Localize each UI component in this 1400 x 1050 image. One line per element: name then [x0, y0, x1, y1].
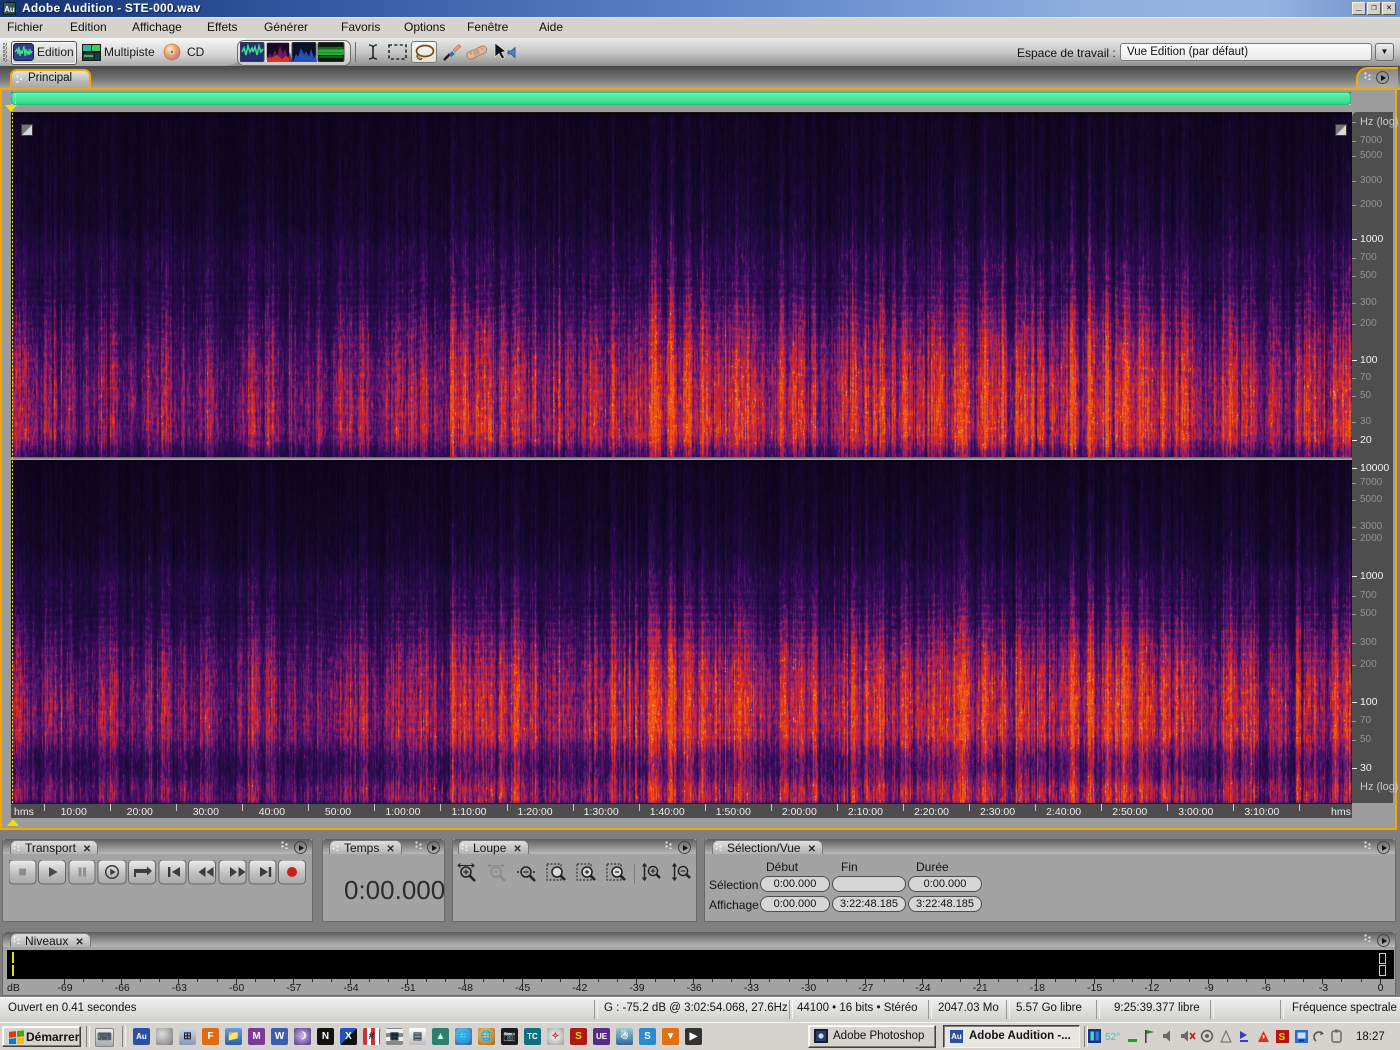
svg-text:S: S: [1279, 1032, 1286, 1043]
svg-text:52°: 52°: [1105, 1032, 1120, 1043]
